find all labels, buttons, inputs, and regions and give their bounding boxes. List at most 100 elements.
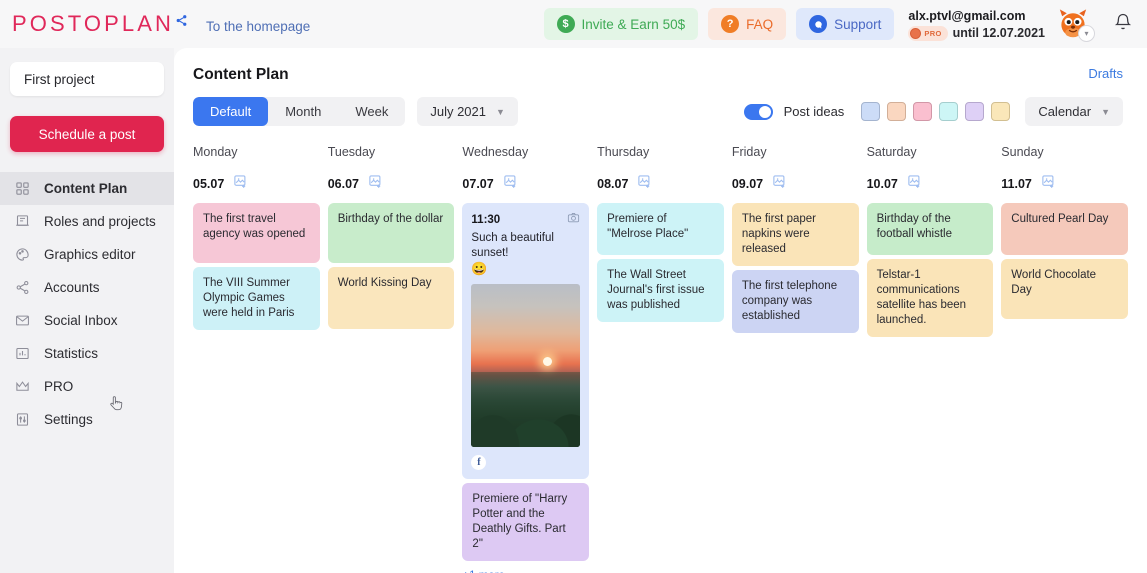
day-name: Monday bbox=[193, 145, 320, 159]
avatar[interactable]: ▾ bbox=[1057, 7, 1091, 41]
day-name: Sunday bbox=[1001, 145, 1128, 159]
tab-default[interactable]: Default bbox=[193, 97, 268, 126]
sidebar-item-graphics-editor[interactable]: Graphics editor bbox=[0, 238, 174, 271]
sidebar: First project Schedule a post Content Pl… bbox=[0, 48, 174, 573]
sidebar-item-label: PRO bbox=[44, 379, 73, 394]
drafts-link[interactable]: Drafts bbox=[1088, 66, 1123, 81]
sidebar-item-label: Social Inbox bbox=[44, 313, 118, 328]
swatch-1[interactable] bbox=[887, 102, 906, 121]
day-date: 10.07 bbox=[867, 177, 898, 191]
header-actions: $ Invite & Earn 50$ ? FAQ Support alx.pt… bbox=[544, 7, 1133, 41]
question-circle-icon: ? bbox=[721, 15, 739, 33]
idea-card[interactable]: Premiere of "Melrose Place" bbox=[597, 203, 724, 255]
envelope-icon bbox=[14, 312, 31, 329]
idea-card[interactable]: The first telephone company was establis… bbox=[732, 270, 859, 333]
idea-card[interactable]: World Kissing Day bbox=[328, 267, 455, 329]
day-date: 11.07 bbox=[1001, 177, 1032, 191]
day-name: Thursday bbox=[597, 145, 724, 159]
camera-icon bbox=[567, 211, 580, 229]
day-date-row: 05.07 bbox=[193, 174, 320, 194]
swatch-3[interactable] bbox=[939, 102, 958, 121]
post-time: 11:30 bbox=[471, 214, 500, 226]
sidebar-item-content-plan[interactable]: Content Plan bbox=[0, 172, 174, 205]
sidebar-item-settings[interactable]: Settings bbox=[0, 403, 174, 436]
crown-icon bbox=[14, 378, 31, 395]
day-name: Tuesday bbox=[328, 145, 455, 159]
support-button[interactable]: Support bbox=[796, 8, 894, 40]
calendar-grid: Monday 05.07 The first travel agency was o… bbox=[193, 145, 1128, 573]
day-date-row: 08.07 bbox=[597, 174, 724, 194]
sidebar-nav: Content Plan Roles and projects Graph bbox=[0, 172, 174, 436]
toolbar: Default Month Week July 2021 ▼ Post idea… bbox=[193, 97, 1123, 126]
idea-card[interactable]: The first travel agency was opened bbox=[193, 203, 320, 263]
add-image-icon[interactable] bbox=[1041, 174, 1056, 194]
sidebar-item-statistics[interactable]: Statistics bbox=[0, 337, 174, 370]
post-emoji: 😀 bbox=[471, 261, 580, 277]
idea-card[interactable]: Birthday of the football whistle bbox=[867, 203, 994, 255]
sidebar-item-label: Accounts bbox=[44, 280, 100, 295]
idea-card[interactable]: The first paper napkins were released bbox=[732, 203, 859, 266]
page-title: Content Plan bbox=[193, 66, 1123, 84]
share-nodes-icon bbox=[14, 279, 31, 296]
top-header: POSTOPLAN To the homepage $ Invite & Ear… bbox=[0, 0, 1147, 48]
day-column: Monday 05.07 The first travel agency was o… bbox=[193, 145, 320, 573]
homepage-link[interactable]: To the homepage bbox=[206, 19, 310, 34]
tab-month[interactable]: Month bbox=[268, 97, 338, 126]
invite-label: Invite & Earn 50$ bbox=[582, 17, 686, 32]
post-photo[interactable] bbox=[471, 284, 580, 447]
idea-card[interactable]: Birthday of the dollar bbox=[328, 203, 455, 263]
app-root: POSTOPLAN To the homepage $ Invite & Ear… bbox=[0, 0, 1147, 573]
day-date-row: 11.07 bbox=[1001, 174, 1128, 194]
bell-icon[interactable] bbox=[1113, 11, 1133, 38]
post-ideas-toggle[interactable] bbox=[744, 104, 773, 120]
sidebar-item-social-inbox[interactable]: Social Inbox bbox=[0, 304, 174, 337]
day-date: 09.07 bbox=[732, 177, 763, 191]
idea-card[interactable]: Cultured Pearl Day bbox=[1001, 203, 1128, 255]
add-image-icon[interactable] bbox=[368, 174, 383, 194]
day-date: 08.07 bbox=[597, 177, 628, 191]
swatch-2[interactable] bbox=[913, 102, 932, 121]
day-column: Wednesday 07.07 11:30Such a beautiful suns… bbox=[462, 145, 589, 573]
calendar-selector[interactable]: Calendar ▼ bbox=[1025, 97, 1123, 126]
sidebar-item-label: Content Plan bbox=[44, 181, 127, 196]
swatch-4[interactable] bbox=[965, 102, 984, 121]
sidebar-item-label: Settings bbox=[44, 412, 93, 427]
support-label: Support bbox=[834, 17, 881, 32]
invite-earn-button[interactable]: $ Invite & Earn 50$ bbox=[544, 8, 699, 40]
sidebar-item-roles-and-projects[interactable]: Roles and projects bbox=[0, 205, 174, 238]
share-icon bbox=[175, 14, 188, 32]
project-selector[interactable]: First project bbox=[10, 62, 164, 96]
idea-card[interactable]: The Wall Street Journal's first issue wa… bbox=[597, 259, 724, 322]
sidebar-item-label: Roles and projects bbox=[44, 214, 156, 229]
swatch-5[interactable] bbox=[991, 102, 1010, 121]
tab-week[interactable]: Week bbox=[338, 97, 405, 126]
add-image-icon[interactable] bbox=[503, 174, 518, 194]
sidebar-item-pro[interactable]: PRO bbox=[0, 370, 174, 403]
sidebar-item-accounts[interactable]: Accounts bbox=[0, 271, 174, 304]
schedule-post-button[interactable]: Schedule a post bbox=[10, 116, 164, 152]
post-card[interactable]: 11:30Such a beautiful sunset!😀f bbox=[462, 203, 589, 479]
brand-logo[interactable]: POSTOPLAN bbox=[12, 13, 188, 35]
idea-card[interactable]: The VIII Summer Olympic Games were held … bbox=[193, 267, 320, 330]
idea-card[interactable]: Telstar-1 communications satellite has b… bbox=[867, 259, 994, 337]
add-image-icon[interactable] bbox=[907, 174, 922, 194]
account-info[interactable]: alx.ptvl@gmail.com PRO until 12.07.2021 bbox=[908, 8, 1045, 41]
add-image-icon[interactable] bbox=[772, 174, 787, 194]
pro-badge: PRO bbox=[908, 26, 947, 41]
add-image-icon[interactable] bbox=[637, 174, 652, 194]
day-name: Saturday bbox=[867, 145, 994, 159]
idea-card[interactable]: World Chocolate Day bbox=[1001, 259, 1128, 319]
day-date: 06.07 bbox=[328, 177, 359, 191]
day-date-row: 07.07 bbox=[462, 174, 589, 194]
chat-circle-icon bbox=[809, 15, 827, 33]
chevron-down-icon: ▼ bbox=[496, 107, 505, 117]
chevron-down-icon[interactable]: ▾ bbox=[1078, 25, 1095, 42]
day-column: Tuesday 06.07 Birthday of the dollarWorld … bbox=[328, 145, 455, 573]
faq-button[interactable]: ? FAQ bbox=[708, 8, 786, 40]
add-image-icon[interactable] bbox=[233, 174, 248, 194]
swatch-0[interactable] bbox=[861, 102, 880, 121]
palette-icon bbox=[14, 246, 31, 263]
idea-card[interactable]: Premiere of "Harry Potter and the Deathl… bbox=[462, 483, 589, 561]
month-selector[interactable]: July 2021 ▼ bbox=[417, 97, 518, 126]
day-name: Wednesday bbox=[462, 145, 589, 159]
